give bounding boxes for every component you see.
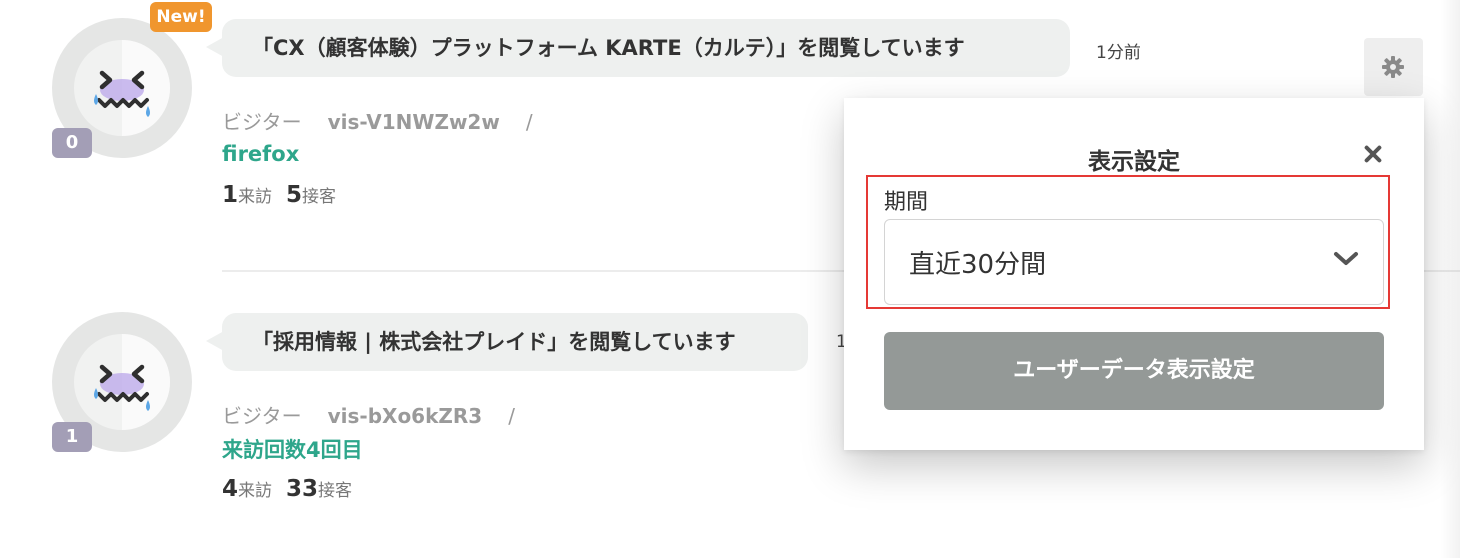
visitor-info: ビジター vis-V1NWZw2w /	[222, 106, 533, 135]
chevron-down-icon	[1334, 252, 1358, 265]
separator: /	[508, 404, 515, 428]
visit-count-label: 来訪	[238, 481, 273, 501]
page-view-message: 「CX（顧客体験）プラットフォーム KARTE（カルテ）」を閲覧しています	[206, 19, 1070, 77]
display-settings-panel: 表示設定 期間 直近30分間 ユーザーデータ表示設定	[844, 98, 1424, 450]
visit-count: 1	[222, 182, 239, 208]
period-select-value: 直近30分間	[909, 250, 1047, 280]
visitor-label: ビジター	[222, 404, 302, 428]
visitor-label: ビジター	[222, 110, 302, 134]
panel-title: 表示設定	[1088, 149, 1180, 175]
visit-stats: 1来訪 5接客	[222, 182, 336, 208]
segment-tag[interactable]: 来訪回数4回目	[222, 434, 363, 464]
page-view-message: 「採用情報 | 株式会社プレイド」を閲覧しています	[206, 313, 808, 371]
separator: /	[525, 110, 533, 134]
visitor-count-badge: 1	[52, 422, 92, 452]
visitor-count-badge: 0	[52, 128, 92, 158]
scroll-edge	[1440, 0, 1460, 558]
period-label: 期間	[884, 190, 929, 215]
contact-count: 33	[286, 476, 319, 502]
settings-button[interactable]	[1364, 38, 1423, 96]
visit-stats: 4来訪 33接客	[222, 476, 352, 502]
contact-count-label: 接客	[302, 187, 337, 207]
close-icon[interactable]	[1362, 143, 1384, 165]
visitor-id[interactable]: vis-V1NWZw2w	[328, 110, 500, 134]
elapsed-time: 1分前	[1096, 43, 1141, 63]
visitor-info: ビジター vis-bXo6kZR3 /	[222, 400, 515, 429]
gear-icon	[1382, 56, 1404, 78]
new-badge: New!	[150, 2, 212, 32]
visit-count: 4	[222, 476, 239, 502]
contact-count-label: 接客	[318, 481, 353, 501]
user-data-settings-button[interactable]: ユーザーデータ表示設定	[884, 332, 1384, 410]
segment-tag[interactable]: firefox	[222, 142, 299, 166]
visit-count-label: 来訪	[238, 187, 273, 207]
contact-count: 5	[286, 182, 303, 208]
visitor-id[interactable]: vis-bXo6kZR3	[328, 404, 483, 428]
period-select[interactable]: 直近30分間	[884, 219, 1384, 305]
